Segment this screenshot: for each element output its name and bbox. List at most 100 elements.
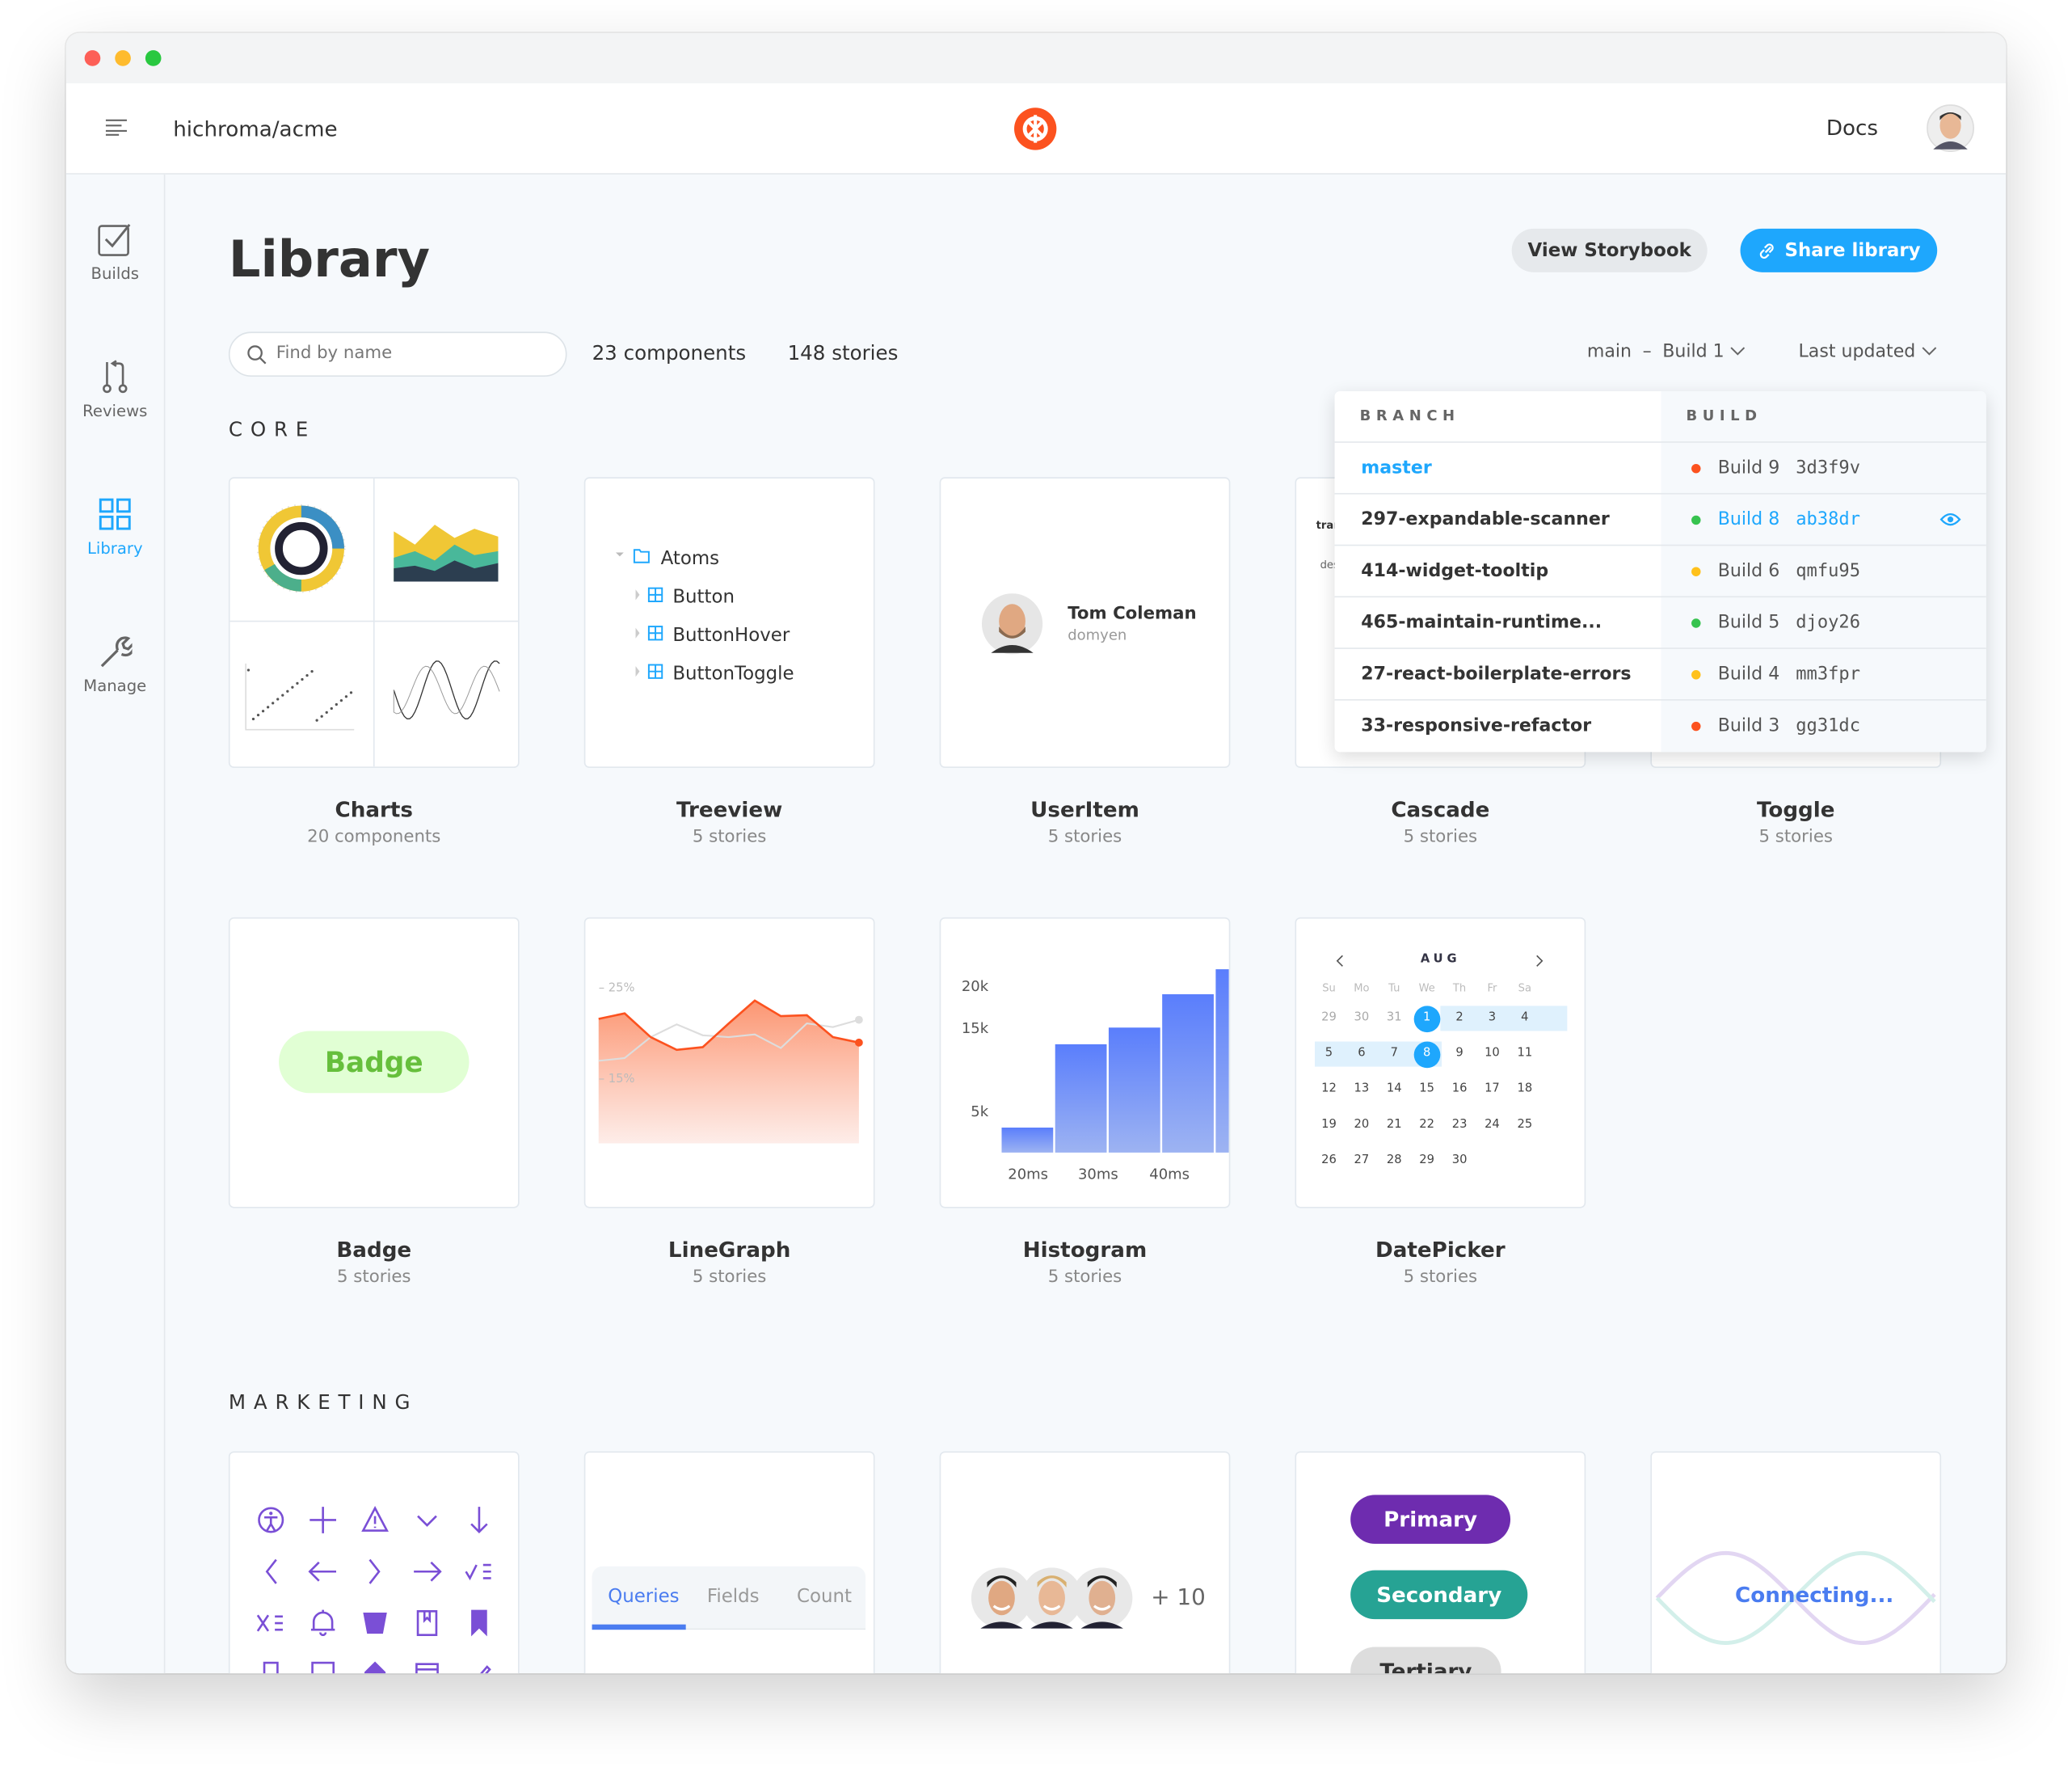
calendar-day[interactable]: 14: [1381, 1082, 1408, 1095]
treeview-card[interactable]: Atoms Button ButtonHover ButtonToggle: [583, 477, 875, 769]
avatar-list-card[interactable]: + 10: [939, 1451, 1231, 1674]
chevron-right-icon[interactable]: [368, 1558, 381, 1584]
calendar-day[interactable]: 30: [1349, 1011, 1375, 1024]
card-title[interactable]: Badge: [229, 1238, 520, 1263]
calendar-day[interactable]: 18: [1511, 1082, 1538, 1095]
calendar-day[interactable]: 28: [1381, 1154, 1408, 1167]
search-input[interactable]: Find by name: [228, 331, 567, 377]
card-title[interactable]: DatePicker: [1295, 1238, 1586, 1263]
dropdown-row[interactable]: 465-maintain-runtime... Build 5 djoy26: [1334, 596, 1986, 648]
calendar-day[interactable]: 29: [1413, 1154, 1440, 1167]
tab-count[interactable]: Count: [797, 1586, 852, 1607]
calendar-day[interactable]: 7: [1381, 1047, 1408, 1060]
tree-node-component[interactable]: ButtonHover: [633, 625, 790, 647]
dropdown-row[interactable]: 27-react-boilerplate-errors Build 4 mm3fpr: [1334, 647, 1986, 700]
build-number[interactable]: Build 4: [1718, 664, 1779, 685]
calendar-day[interactable]: 19: [1316, 1118, 1342, 1131]
bell-icon[interactable]: [310, 1609, 335, 1636]
branch-name[interactable]: 33-responsive-refactor: [1361, 715, 1591, 736]
chevron-down-icon[interactable]: [417, 1515, 437, 1527]
calendar-day[interactable]: 30: [1447, 1154, 1473, 1167]
calendar-day[interactable]: 29: [1316, 1011, 1342, 1024]
dropdown-row[interactable]: 297-expandable-scanner Build 8 ab38dr: [1334, 492, 1986, 546]
branch-name[interactable]: 465-maintain-runtime...: [1361, 612, 1602, 633]
build-number[interactable]: Build 5: [1718, 612, 1779, 633]
calendar-day[interactable]: 20: [1349, 1118, 1375, 1131]
badge-card[interactable]: Badge: [228, 917, 520, 1208]
share-library-button[interactable]: Share library: [1740, 228, 1938, 272]
pencil-icon[interactable]: [471, 1665, 491, 1674]
calendar-day[interactable]: 12: [1316, 1082, 1342, 1095]
calendar-day[interactable]: 9: [1447, 1047, 1473, 1060]
histogram-card[interactable]: 20k 15k 5k 20ms 30ms 40ms: [939, 917, 1231, 1208]
tabs-card[interactable]: Queries Fields Count: [583, 1451, 875, 1674]
branch-build-selector[interactable]: main – Build 1: [1587, 341, 1746, 362]
accessibility-icon[interactable]: [258, 1507, 284, 1533]
card-title[interactable]: Charts: [229, 797, 520, 822]
card-title[interactable]: Histogram: [940, 1238, 1231, 1263]
close-window-button[interactable]: [84, 50, 101, 66]
calendar-day[interactable]: 5: [1316, 1047, 1342, 1060]
calendar-day[interactable]: 31: [1381, 1011, 1408, 1024]
calendar-day[interactable]: 8: [1413, 1047, 1440, 1060]
calendar-day[interactable]: 15: [1413, 1082, 1440, 1095]
maximize-window-button[interactable]: [145, 50, 162, 66]
calendar-day[interactable]: 17: [1479, 1082, 1506, 1095]
chevron-left-icon[interactable]: [1335, 955, 1346, 968]
bookmark-icon[interactable]: [471, 1609, 487, 1637]
dropdown-row[interactable]: master Build 9 3d3f9v: [1334, 441, 1986, 494]
secondary-button[interactable]: Secondary: [1350, 1570, 1528, 1620]
branch-name[interactable]: 414-widget-tooltip: [1361, 560, 1548, 581]
calendar-day[interactable]: 10: [1479, 1047, 1506, 1060]
calendar-day[interactable]: 6: [1349, 1047, 1375, 1060]
calendar-day[interactable]: 13: [1349, 1082, 1375, 1095]
calendar-day[interactable]: 4: [1511, 1011, 1538, 1024]
calendar-day[interactable]: 22: [1413, 1118, 1440, 1131]
chevron-right-icon[interactable]: [1534, 955, 1544, 968]
calendar-day[interactable]: 23: [1447, 1118, 1473, 1131]
useritem-card[interactable]: Tom Coleman domyen: [939, 477, 1231, 769]
linegraph-card[interactable]: – 25% – 15%: [583, 917, 875, 1208]
build-number[interactable]: Build 3: [1718, 715, 1779, 736]
browser-icon[interactable]: [415, 1663, 439, 1674]
buttons-card[interactable]: Primary Secondary Tertiary: [1295, 1451, 1586, 1674]
calendar-day[interactable]: 11: [1511, 1047, 1538, 1060]
book-icon[interactable]: [416, 1610, 438, 1637]
bucket-icon[interactable]: [363, 1612, 387, 1634]
calendar-day[interactable]: 27: [1349, 1154, 1375, 1167]
arrow-left-icon[interactable]: [308, 1561, 336, 1582]
dropdown-row[interactable]: 33-responsive-refactor Build 3 gg31dc: [1334, 699, 1986, 752]
calendar-day[interactable]: 24: [1479, 1118, 1506, 1131]
calendar-day[interactable]: 25: [1511, 1118, 1538, 1131]
chevron-left-icon[interactable]: [265, 1558, 277, 1584]
calendar-day[interactable]: 21: [1381, 1118, 1408, 1131]
calendar-day[interactable]: 16: [1447, 1082, 1473, 1095]
user-avatar[interactable]: [1927, 104, 1974, 153]
primary-button[interactable]: Primary: [1350, 1495, 1511, 1544]
dropdown-row[interactable]: 414-widget-tooltip Build 6 qmfu95: [1334, 544, 1986, 597]
arrow-right-icon[interactable]: [414, 1561, 442, 1582]
icons-card[interactable]: [228, 1451, 520, 1674]
eye-icon[interactable]: [1939, 512, 1961, 528]
card-title[interactable]: Toggle: [1650, 797, 1941, 822]
build-number[interactable]: Build 9: [1718, 458, 1779, 479]
calendar-day[interactable]: 2: [1447, 1011, 1473, 1024]
calendar-day[interactable]: 1: [1413, 1011, 1440, 1024]
calendar-day[interactable]: 3: [1479, 1011, 1506, 1024]
tertiary-button[interactable]: Tertiary: [1350, 1647, 1501, 1674]
minimize-window-button[interactable]: [115, 50, 131, 66]
calendar-day[interactable]: 26: [1316, 1154, 1342, 1167]
docs-link[interactable]: Docs: [1826, 115, 1878, 140]
branch-name[interactable]: 27-react-boilerplate-errors: [1361, 664, 1631, 685]
plus-icon[interactable]: [310, 1507, 336, 1533]
charts-card[interactable]: [228, 477, 520, 769]
loader-card[interactable]: Connecting...: [1650, 1451, 1942, 1674]
card-title[interactable]: Cascade: [1295, 797, 1586, 822]
project-name[interactable]: hichroma/acme: [173, 116, 337, 141]
tree-node-component[interactable]: ButtonToggle: [633, 664, 794, 685]
card-title[interactable]: UserItem: [940, 797, 1231, 822]
sort-selector[interactable]: Last updated: [1799, 341, 1937, 362]
tab-fields[interactable]: Fields: [707, 1586, 760, 1607]
delete-list-icon[interactable]: [256, 1614, 283, 1632]
avatar[interactable]: [1071, 1567, 1134, 1630]
